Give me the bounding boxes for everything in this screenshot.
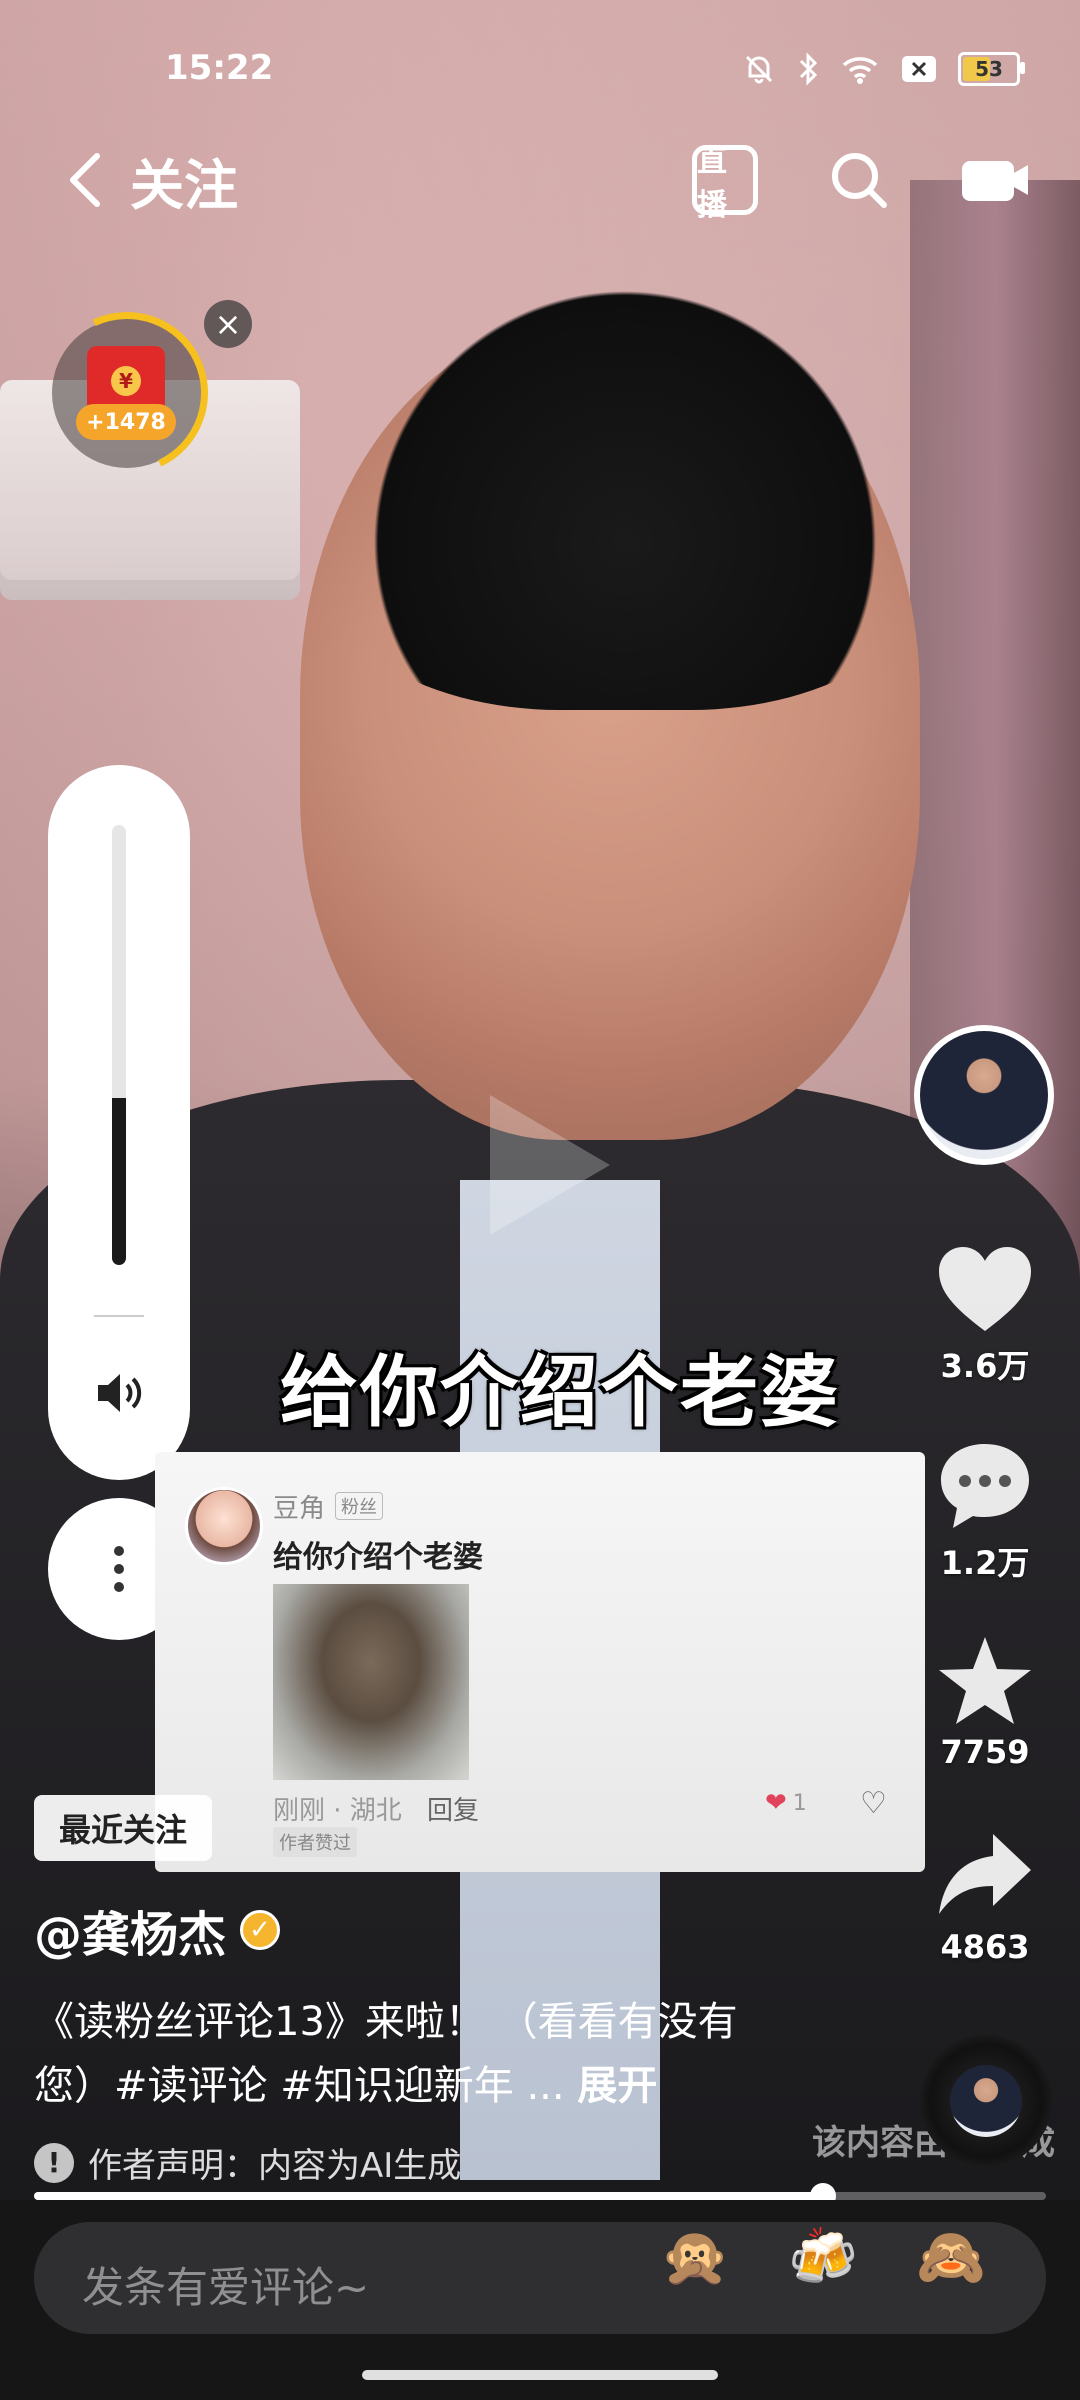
music-disc-button[interactable] [920, 2035, 1052, 2167]
coin-icon: ¥ [111, 366, 141, 396]
search-icon[interactable] [828, 149, 890, 211]
video-progress-bar[interactable] [34, 2183, 1046, 2209]
bluetooth-icon [799, 52, 818, 86]
video-caption: 给你介绍个老婆 [280, 1348, 841, 1438]
volume-divider [94, 1315, 144, 1317]
favorite-count: 7759 [940, 1733, 1030, 1771]
author-name[interactable]: @龚杨杰 ✓ [34, 1895, 281, 1965]
comment-placeholder: 发条有爱评论~ [82, 2263, 370, 2312]
star-icon [939, 1637, 1031, 1724]
chevron-left-icon [70, 153, 100, 207]
comment-input[interactable]: 发条有爱评论~ [34, 2222, 1046, 2334]
emoji-monkey-speak-no-evil[interactable]: 🙊 [660, 2224, 730, 2290]
share-arrow-icon [939, 1834, 1031, 1914]
comment-avatar [185, 1487, 263, 1565]
comment-username: 豆角 [273, 1494, 326, 1524]
play-icon [490, 1095, 610, 1235]
like-button[interactable]: 3.6万 [918, 1245, 1052, 1387]
progress-fill [34, 2192, 824, 2200]
page-title[interactable]: 关注 [130, 141, 238, 220]
reward-badge: +1478 [76, 404, 176, 440]
comment-bubble-icon [941, 1444, 1029, 1528]
comment-like: ❤ 1 [765, 1788, 807, 1818]
person-hair [300, 290, 950, 710]
share-button[interactable]: 4863 [918, 1830, 1052, 1966]
warning-icon: ! [34, 2142, 74, 2183]
comment-text: 给你介绍个老婆 [273, 1540, 483, 1575]
reward-close-button[interactable]: × [204, 300, 252, 348]
like-count: 3.6万 [940, 1347, 1030, 1385]
speaker-icon[interactable] [92, 1365, 148, 1421]
mute-bell-icon [745, 55, 773, 84]
share-count: 4863 [940, 1928, 1030, 1966]
comment-count: 1.2万 [940, 1544, 1030, 1582]
recent-follow-button[interactable]: 最近关注 [34, 1795, 212, 1861]
live-button[interactable]: 直播 [692, 144, 758, 223]
comment-like-count: 1 [792, 1790, 807, 1816]
emoji-cheers-beer[interactable]: 🍻 [788, 2224, 858, 2290]
comment-meta: 刚刚 · 湖北 [273, 1796, 402, 1826]
author-liked-tag: 作者赞过 [273, 1827, 357, 1857]
volume-level-fill [112, 1097, 126, 1265]
dot [114, 1546, 124, 1556]
music-disc-avatar [950, 2065, 1022, 2137]
dot [114, 1564, 124, 1574]
favorite-button[interactable]: 7759 [918, 1635, 1052, 1771]
status-icons: 53 [742, 52, 1025, 86]
ai-disclaimer: ! 作者声明：内容为AI生成 [34, 2138, 461, 2187]
wifi-icon [842, 57, 878, 84]
comment-reply: 回复 [427, 1796, 480, 1826]
emoji-monkey-see-no-evil[interactable]: 🙈 [916, 2224, 986, 2290]
volume-panel [48, 765, 190, 1480]
status-time: 15:22 [165, 48, 274, 88]
camera-icon[interactable] [960, 155, 1030, 205]
back-button[interactable] [60, 145, 110, 215]
battery-level: 53 [975, 57, 1003, 81]
sim-off-icon [902, 56, 936, 82]
top-nav: 关注 直播 [60, 140, 1030, 223]
fan-tag: 粉丝 [335, 1492, 383, 1520]
battery-icon: 53 [958, 52, 1025, 86]
home-indicator[interactable] [362, 2370, 718, 2380]
dot [114, 1582, 124, 1592]
video-screen[interactable]: 15:22 53 关注 直播 ¥ +1478 × 给你介绍个老婆 豆角 粉丝 给… [0, 0, 1080, 2400]
verified-badge-icon: ✓ [240, 1910, 281, 1950]
nav-actions: 直播 [692, 144, 1030, 223]
avatar [920, 1031, 1048, 1159]
dislike-heart-icon: ♡ [860, 1786, 887, 1821]
expand-link[interactable]: 展开 [577, 2063, 657, 2109]
featured-comment-card: 豆角 粉丝 给你介绍个老婆 刚刚 · 湖北 回复 作者赞过 ❤ 1 ♡ [155, 1452, 925, 1872]
video-description[interactable]: 《读粉丝评论13》来啦！ （看看有没有您）#读评论 #知识迎新年 ... 展开 [34, 1990, 794, 2118]
author-avatar-button[interactable] [914, 1025, 1054, 1165]
heart-icon [939, 1247, 1031, 1331]
author-name-text: @龚杨杰 [34, 1907, 227, 1963]
comment-button[interactable]: 1.2万 [918, 1440, 1052, 1584]
volume-slider[interactable] [112, 825, 126, 1265]
comment-meme-image [273, 1584, 469, 1780]
disclaimer-text: 作者声明：内容为AI生成 [88, 2146, 462, 2186]
